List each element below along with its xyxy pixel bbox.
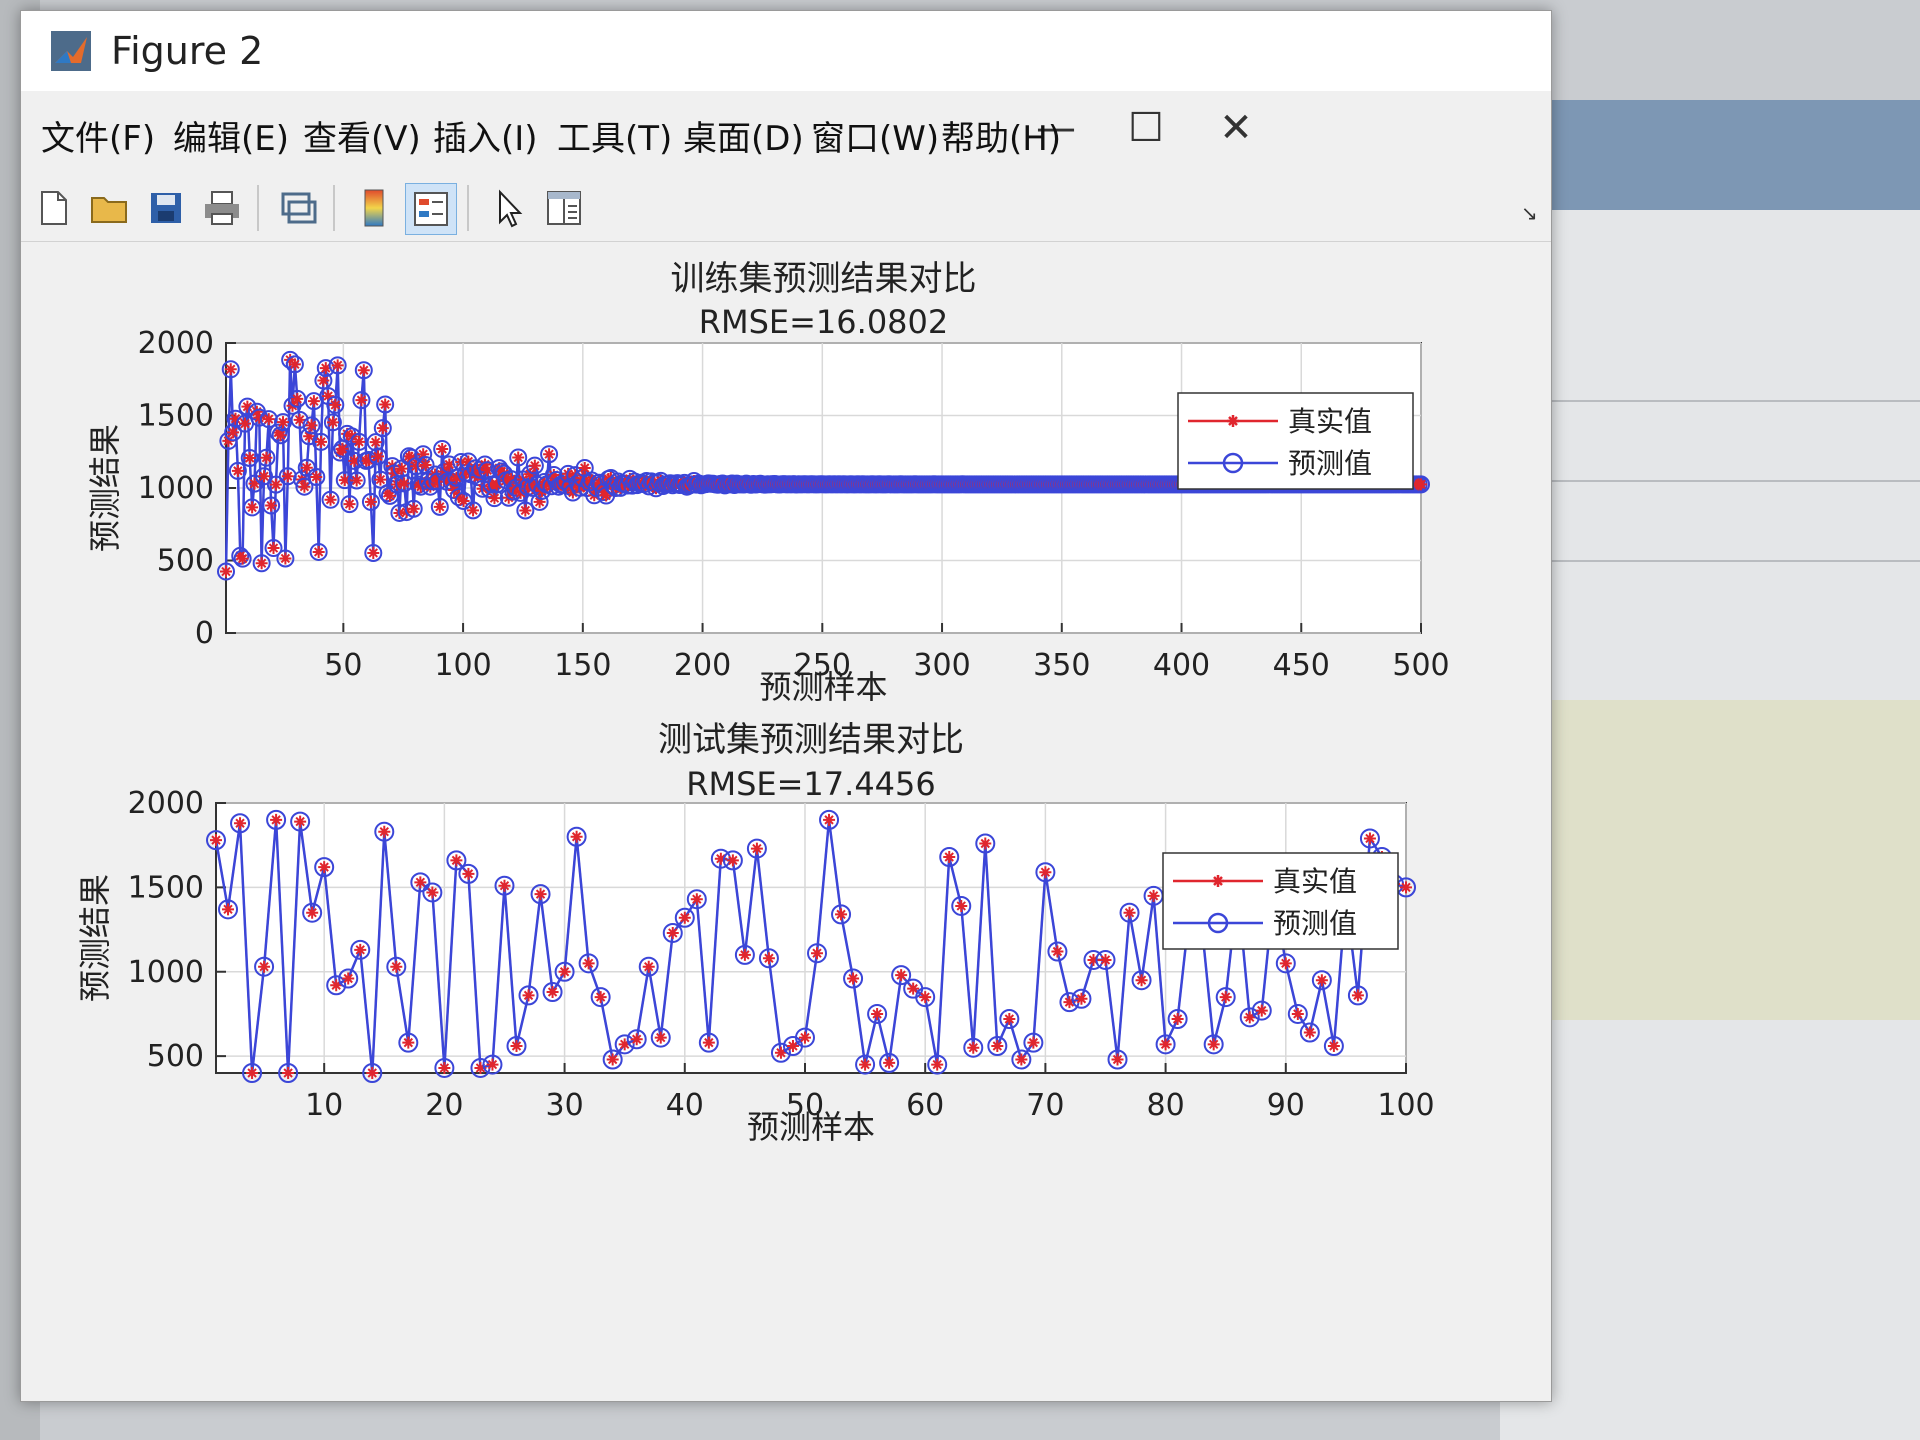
legend-label-true: 真实值 <box>1288 405 1372 438</box>
menu-bar: 文件(F) 编辑(E) 查看(V) 插入(I) 工具(T) 桌面(D) 窗口(W… <box>21 101 1281 171</box>
y-tick-label: 1500 <box>138 399 214 434</box>
toolbar-separator <box>257 185 259 231</box>
y-tick-label: 1500 <box>128 870 204 905</box>
save-button[interactable] <box>141 183 191 233</box>
new-file-button[interactable] <box>29 183 79 233</box>
x-tick-label: 200 <box>674 648 731 683</box>
y-tick-label: 0 <box>195 616 214 651</box>
y-tick-label: 2000 <box>138 326 214 361</box>
menu-file[interactable]: 文件(F) <box>41 111 155 160</box>
link-plot-button[interactable] <box>273 183 323 233</box>
new-file-icon <box>41 191 67 225</box>
legend-label-predicted: 预测值 <box>1273 907 1357 940</box>
y-tick-label: 500 <box>147 1039 204 1074</box>
print-button[interactable] <box>197 183 247 233</box>
background-window-titlebar <box>1500 100 1920 210</box>
legend-label-true: 真实值 <box>1273 865 1357 898</box>
plot-area: 50 100 150 200 250 300 350 400 450 500 0 500 1000 150… <box>21 243 1551 1393</box>
y-tick-label: 2000 <box>128 786 204 821</box>
window-title: Figure 2 <box>111 29 264 73</box>
property-editor-icon <box>547 191 581 225</box>
chart-title: 测试集预测结果对比 <box>658 720 964 760</box>
matlab-icon <box>51 31 91 71</box>
x-tick-label: 350 <box>1033 648 1090 683</box>
background-window <box>1500 100 1920 1440</box>
y-tick-label: 1000 <box>128 955 204 990</box>
toolbar: ↘ <box>21 171 1551 242</box>
pointer-button[interactable] <box>483 183 533 233</box>
y-axis-label: 预测结果 <box>86 424 124 552</box>
x-tick-label: 100 <box>434 648 491 683</box>
property-editor-button[interactable] <box>539 183 589 233</box>
divider <box>1500 400 1920 402</box>
divider <box>1500 480 1920 482</box>
legend-label-predicted: 预测值 <box>1288 447 1372 480</box>
x-axis-label: 预测样本 <box>759 668 887 706</box>
title-bar[interactable]: Figure 2 <box>21 11 1551 91</box>
open-folder-icon <box>91 197 127 223</box>
x-tick-label: 70 <box>1026 1088 1064 1123</box>
y-tick-label: 1000 <box>138 471 214 506</box>
menu-view[interactable]: 查看(V) <box>303 111 421 160</box>
x-tick-label: 30 <box>545 1088 583 1123</box>
x-tick-label: 80 <box>1147 1088 1185 1123</box>
x-tick-label: 100 <box>1377 1088 1434 1123</box>
x-tick-label: 40 <box>666 1088 704 1123</box>
colorbar-icon <box>364 189 384 227</box>
charts-canvas: 50 100 150 200 250 300 350 400 450 50005001000150… <box>76 259 1450 1146</box>
save-icon <box>151 193 181 223</box>
toolbar-separator <box>467 185 469 231</box>
x-tick-label: 400 <box>1153 648 1210 683</box>
colorbar-button[interactable] <box>349 183 399 233</box>
chart-title: 训练集预测结果对比 <box>671 259 977 299</box>
chart-1: 50 100 150 200 250 300 350 400 450 50005001000150… <box>86 259 1450 706</box>
figure-window: Figure 2 — ☐ ✕ 文件(F) 编辑(E) 查看(V) 插入(I) 工… <box>20 10 1552 1402</box>
x-tick-label: 450 <box>1273 648 1330 683</box>
chart-2: 10 20 30 40 50 60 70 80 90 100500100015002000测试集预… <box>76 720 1435 1146</box>
background-pane <box>1540 700 1920 1020</box>
x-tick-label: 90 <box>1267 1088 1305 1123</box>
menu-desktop[interactable]: 桌面(D) <box>683 111 804 160</box>
legend-button[interactable] <box>405 183 457 235</box>
y-tick-label: 500 <box>157 544 214 579</box>
menu-insert[interactable]: 插入(I) <box>433 111 538 160</box>
x-axis-label: 预测样本 <box>747 1108 875 1146</box>
menu-edit[interactable]: 编辑(E) <box>173 111 289 160</box>
chart-subtitle: RMSE=17.4456 <box>686 765 936 803</box>
chart-subtitle: RMSE=16.0802 <box>699 303 949 341</box>
menu-tools[interactable]: 工具(T) <box>557 111 672 160</box>
dock-arrow-icon[interactable]: ↘ <box>1521 201 1538 225</box>
open-button[interactable] <box>85 183 135 233</box>
divider <box>1500 560 1920 562</box>
x-tick-label: 300 <box>913 648 970 683</box>
print-icon <box>205 191 239 225</box>
pointer-icon <box>499 189 523 228</box>
link-plot-icon <box>281 192 317 224</box>
x-tick-label: 500 <box>1392 648 1449 683</box>
legend-icon <box>414 192 448 226</box>
menu-help[interactable]: 帮助(H) <box>941 111 1061 160</box>
y-axis-label: 预测结果 <box>76 874 114 1002</box>
menu-window[interactable]: 窗口(W) <box>811 111 939 160</box>
x-tick-label: 150 <box>554 648 611 683</box>
x-tick-label: 10 <box>305 1088 343 1123</box>
x-tick-label: 50 <box>324 648 362 683</box>
toolbar-separator <box>333 185 335 231</box>
x-tick-label: 60 <box>906 1088 944 1123</box>
x-tick-label: 20 <box>425 1088 463 1123</box>
